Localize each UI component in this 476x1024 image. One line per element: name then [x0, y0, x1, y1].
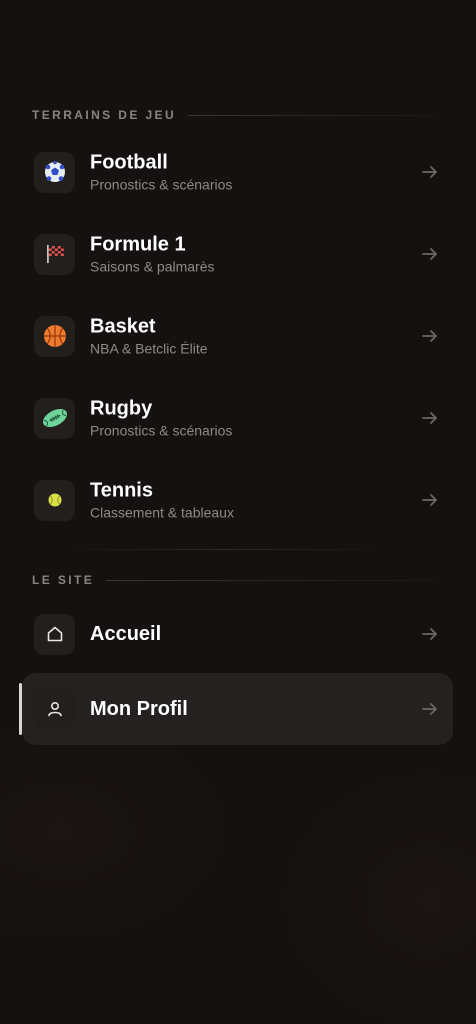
arrow-right-icon	[422, 494, 437, 506]
nav-item-title: Accueil	[90, 623, 162, 645]
user-icon	[34, 688, 75, 730]
nav-item-title: Basket	[90, 315, 156, 338]
soccer-ball-icon	[34, 151, 75, 193]
nav-item-tennis-text: Tennis Classement & tableaux	[90, 479, 234, 522]
arrow-right-icon	[422, 248, 437, 260]
section-title-site: LE SITE	[32, 573, 95, 587]
section-title-games: TERRAINS DE JEU	[32, 108, 177, 122]
nav-item-rugby-text: Rugby Pronostics & scénarios	[90, 397, 232, 440]
menu-panel: TERRAINS DE JEU Football Pronostics & sc…	[0, 0, 476, 1024]
nav-item-formule-1[interactable]: Formule 1 Saisons & palmarès	[22, 218, 453, 290]
nav-item-accueil-text: Accueil	[90, 622, 161, 646]
nav-item-title: Formule 1	[90, 233, 186, 256]
nav-item-basket[interactable]: Basket NBA & Betclic Élite	[22, 300, 453, 372]
section-divider-line	[106, 579, 436, 581]
nav-item-basket-text: Basket NBA & Betclic Élite	[90, 315, 208, 358]
nav-item-title: Tennis	[90, 479, 153, 502]
nav-item-rugby[interactable]: Rugby Pronostics & scénarios	[22, 382, 453, 454]
nav-item-mon-profil-text: Mon Profil	[90, 697, 188, 721]
home-icon	[34, 613, 75, 655]
nav-item-subtitle: NBA & Betclic Élite	[90, 340, 208, 357]
section-header-games: TERRAINS DE JEU	[32, 108, 436, 122]
nav-item-title: Football	[90, 151, 168, 174]
active-indicator	[19, 683, 22, 735]
arrow-right-icon	[422, 628, 437, 640]
section-separator	[56, 549, 394, 550]
nav-item-formule-1-text: Formule 1 Saisons & palmarès	[90, 233, 215, 276]
section-header-site: LE SITE	[32, 573, 436, 587]
nav-item-tennis[interactable]: Tennis Classement & tableaux	[22, 464, 453, 536]
nav-item-subtitle: Classement & tableaux	[90, 504, 234, 521]
tennis-ball-icon	[34, 479, 75, 521]
nav-item-subtitle: Pronostics & scénarios	[90, 422, 233, 439]
checkered-flag-icon	[34, 233, 75, 275]
nav-item-subtitle: Saisons & palmarès	[90, 258, 215, 275]
nav-item-accueil[interactable]: Accueil	[22, 598, 453, 670]
nav-item-title: Rugby	[90, 397, 153, 420]
section-divider-line	[188, 114, 436, 116]
basketball-icon	[34, 315, 75, 357]
nav-item-subtitle: Pronostics & scénarios	[90, 176, 233, 193]
arrow-right-icon	[422, 703, 437, 715]
arrow-right-icon	[422, 412, 437, 424]
arrow-right-icon	[422, 166, 437, 178]
arrow-right-icon	[422, 330, 437, 342]
nav-item-football[interactable]: Football Pronostics & scénarios	[22, 136, 453, 208]
nav-item-football-text: Football Pronostics & scénarios	[90, 151, 232, 194]
nav-item-mon-profil[interactable]: Mon Profil	[19, 673, 453, 745]
nav-item-title: Mon Profil	[90, 698, 188, 720]
rugby-ball-icon	[34, 397, 75, 439]
